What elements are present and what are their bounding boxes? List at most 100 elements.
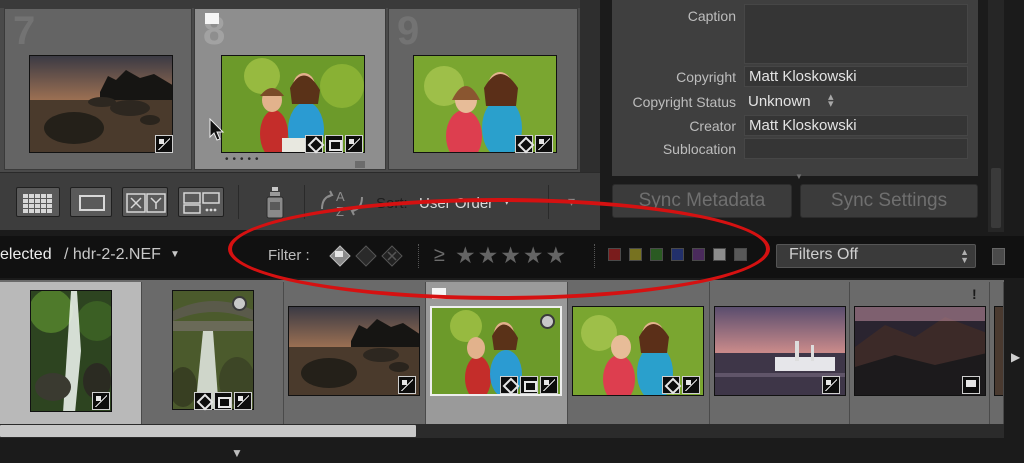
chevron-down-icon[interactable]: ▾ bbox=[504, 195, 510, 208]
comment-icon[interactable] bbox=[962, 376, 980, 394]
develop-adjusted-icon[interactable] bbox=[345, 135, 363, 153]
right-panel-scrollbar[interactable] bbox=[988, 0, 1004, 232]
copyright-field[interactable]: Matt Kloskowski bbox=[744, 66, 968, 87]
keyword-tag-icon[interactable] bbox=[662, 376, 680, 394]
compare-icon bbox=[126, 193, 166, 213]
keyword-tag-icon[interactable] bbox=[515, 135, 533, 153]
crop-icon[interactable] bbox=[325, 135, 343, 153]
crop-icon[interactable] bbox=[520, 376, 538, 394]
filmstrip-cell-partial[interactable] bbox=[990, 282, 1004, 428]
rating-comparison-icon[interactable]: ≥ bbox=[434, 244, 445, 267]
creator-label: Creator bbox=[689, 118, 736, 134]
survey-icon bbox=[183, 192, 220, 214]
filmstrip-cell[interactable] bbox=[568, 282, 710, 428]
keyword-tag-icon[interactable] bbox=[500, 376, 518, 394]
develop-adjusted-icon[interactable] bbox=[234, 392, 252, 410]
filmstrip-cell[interactable] bbox=[710, 282, 850, 428]
develop-adjusted-icon[interactable] bbox=[822, 376, 840, 394]
rotate-handle-icon[interactable] bbox=[355, 161, 365, 168]
filters-preset-dropdown[interactable]: Filters Off ▲ ▼ bbox=[776, 244, 976, 268]
crop-icon[interactable] bbox=[214, 392, 232, 410]
no-label-filter[interactable] bbox=[734, 248, 747, 261]
rejected-filter-icon[interactable] bbox=[381, 245, 403, 267]
filmstrip-cell-selected[interactable] bbox=[426, 282, 568, 428]
grid-cell-index: 9 bbox=[397, 9, 420, 53]
selection-circle-icon[interactable] bbox=[232, 296, 247, 311]
filter-divider bbox=[418, 244, 419, 268]
source-filename[interactable]: / hdr-2-2.NEF bbox=[64, 246, 161, 264]
filmstrip-cell[interactable]: ! bbox=[850, 282, 990, 428]
yellow-label-filter[interactable] bbox=[629, 248, 642, 261]
sort-direction-button[interactable]: A Z bbox=[318, 187, 366, 219]
toolbar-menu-chevron-icon[interactable]: ▾ bbox=[568, 193, 575, 210]
copyright-status-dropdown[interactable]: Unknown bbox=[748, 93, 811, 110]
painter-spray-can-button[interactable] bbox=[262, 187, 288, 219]
grid-cell[interactable]: 7 bbox=[4, 8, 192, 170]
expand-right-panel-icon[interactable]: ▶ bbox=[1011, 350, 1020, 364]
pick-flag-icon[interactable] bbox=[432, 288, 446, 299]
sublocation-label: Sublocation bbox=[662, 141, 736, 157]
sync-metadata-button[interactable]: Sync Metadata bbox=[612, 184, 792, 218]
grid-top-strip bbox=[0, 0, 600, 8]
star-rating-filter[interactable]: ★★★★★ bbox=[455, 242, 568, 269]
pick-flag-filter-icon[interactable] bbox=[329, 245, 351, 267]
sort-order-dropdown[interactable]: User Order bbox=[419, 195, 493, 212]
sort-az-icon: A Z bbox=[321, 189, 363, 219]
spray-can-icon bbox=[266, 187, 284, 219]
caption-label: Caption bbox=[687, 8, 736, 24]
filmstrip-cell-active[interactable] bbox=[0, 282, 142, 428]
red-label-filter[interactable] bbox=[608, 248, 621, 261]
keyword-tag-icon[interactable] bbox=[194, 392, 212, 410]
keyword-tag-icon[interactable] bbox=[305, 135, 323, 153]
selection-circle-icon[interactable] bbox=[540, 314, 555, 329]
thumbnail-mother-daughter[interactable] bbox=[221, 55, 365, 153]
develop-adjusted-icon[interactable] bbox=[398, 376, 416, 394]
green-label-filter[interactable] bbox=[650, 248, 663, 261]
loupe-icon bbox=[79, 195, 105, 211]
compare-view-button[interactable] bbox=[122, 187, 168, 217]
creator-field[interactable]: Matt Kloskowski bbox=[744, 115, 968, 136]
develop-adjusted-icon[interactable] bbox=[155, 135, 173, 153]
develop-adjusted-icon[interactable] bbox=[682, 376, 700, 394]
color-label-filter-group bbox=[608, 248, 747, 262]
expand-bottom-panel-icon[interactable]: ▼ bbox=[231, 446, 243, 460]
chevron-down-icon[interactable]: ▼ bbox=[170, 249, 180, 260]
updown-arrows-icon[interactable]: ▴ ▾ bbox=[828, 92, 834, 110]
survey-view-button[interactable] bbox=[178, 187, 224, 217]
unflagged-filter-icon[interactable] bbox=[355, 245, 377, 267]
filmstrip-cell[interactable] bbox=[142, 282, 284, 428]
grid-scrollbar[interactable] bbox=[580, 0, 600, 172]
grid-cell[interactable]: 9 bbox=[388, 8, 578, 170]
filmstrip-scrollbar[interactable] bbox=[0, 424, 1004, 440]
grid-view-button[interactable] bbox=[16, 187, 60, 217]
sublocation-field[interactable] bbox=[744, 138, 968, 159]
caption-field[interactable] bbox=[744, 4, 968, 64]
develop-adjusted-icon[interactable] bbox=[535, 135, 553, 153]
grid-icon bbox=[23, 194, 52, 213]
scrollbar-thumb[interactable] bbox=[991, 168, 1001, 228]
filter-lock-switch[interactable] bbox=[992, 248, 1005, 265]
metadata-panel: Caption Copyright Matt Kloskowski Copyri… bbox=[612, 0, 978, 181]
unsaved-metadata-badge[interactable]: ! bbox=[972, 286, 977, 302]
grid-cell-selected[interactable]: 8 ••••• bbox=[194, 8, 386, 170]
grid-cell-index: 7 bbox=[13, 9, 36, 53]
develop-adjusted-icon[interactable] bbox=[540, 376, 558, 394]
toolbar-divider bbox=[304, 185, 305, 219]
flag-filter-group bbox=[326, 242, 408, 270]
toolbar-divider bbox=[238, 185, 239, 219]
develop-adjusted-icon[interactable] bbox=[92, 392, 110, 410]
loupe-view-button[interactable] bbox=[70, 187, 112, 217]
pick-flag-icon[interactable] bbox=[205, 13, 219, 24]
thumbnail-seascape[interactable] bbox=[29, 55, 173, 153]
filmstrip-scroll-thumb[interactable] bbox=[0, 425, 416, 437]
filmstrip-cell[interactable] bbox=[284, 282, 426, 428]
collapse-triangle-icon[interactable]: ▼ bbox=[795, 172, 803, 181]
sync-settings-button[interactable]: Sync Settings bbox=[800, 184, 978, 218]
blue-label-filter[interactable] bbox=[671, 248, 684, 261]
filmstrip-track: ! bbox=[0, 280, 1004, 430]
custom-label-filter[interactable] bbox=[713, 248, 726, 261]
lightroom-window: 7 8 ••••• 9 A Z Sort: User Order ▾ ▾ Cap… bbox=[0, 0, 1024, 463]
purple-label-filter[interactable] bbox=[692, 248, 705, 261]
thumbnail-partial[interactable] bbox=[994, 306, 1003, 396]
pagination-dots: ••••• bbox=[225, 154, 263, 165]
